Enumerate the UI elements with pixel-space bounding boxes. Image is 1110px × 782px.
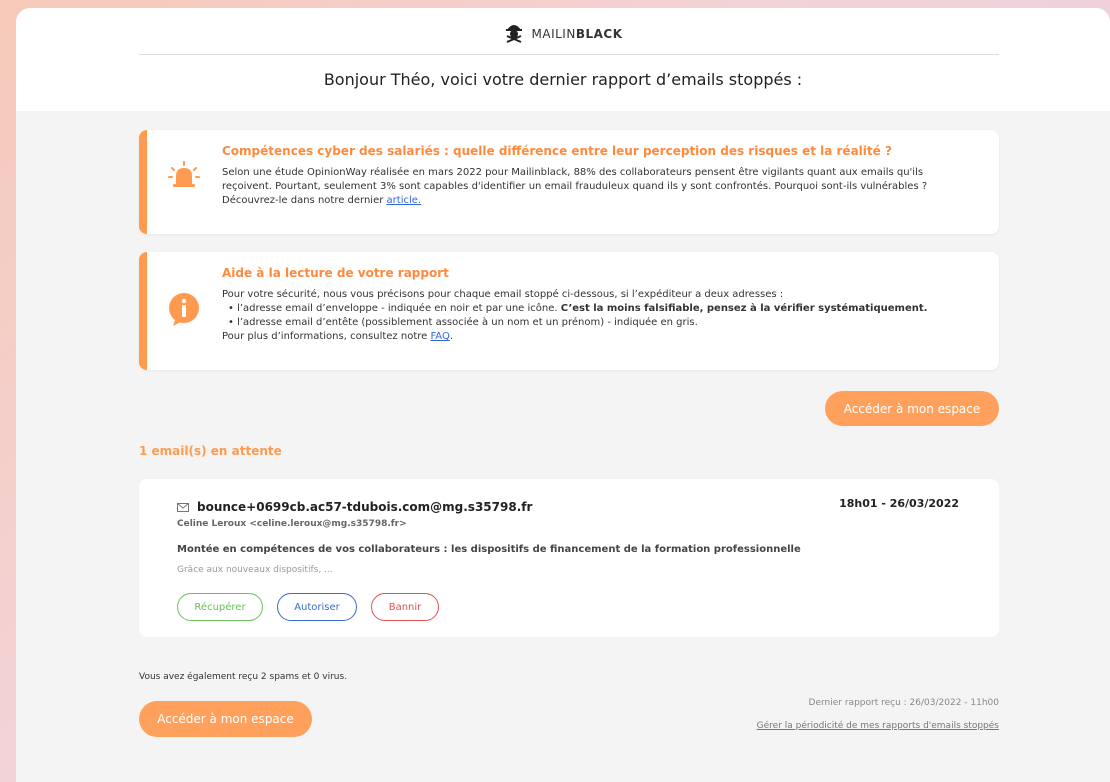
report-help-title: Aide à la lecture de votre rapport [222, 266, 449, 280]
spam-virus-summary: Vous avez également reçu 2 spams et 0 vi… [139, 672, 348, 682]
brand-name: MAILIN [531, 27, 576, 41]
header-sender-address: Celine Leroux <celine.leroux@mg.s35798.f… [177, 519, 407, 529]
report-card: MAILINBLACK Bonjour Théo, voici votre de… [16, 8, 1110, 782]
stopped-email-card: bounce+0699cb.ac57-tdubois.com@mg.s35798… [139, 479, 999, 637]
allow-button[interactable]: Autoriser [277, 593, 357, 621]
pirate-mask-icon [504, 21, 524, 47]
report-header: MAILINBLACK Bonjour Théo, voici votre de… [16, 8, 1110, 111]
header-divider [139, 54, 999, 55]
email-date: 18h01 - 26/03/2022 [839, 497, 959, 510]
ban-button[interactable]: Bannir [371, 593, 439, 621]
cyber-news-text: Selon une étude OpinionWay réalisée en m… [222, 167, 928, 206]
brand-logo: MAILINBLACK [16, 22, 1110, 46]
info-icon [167, 292, 201, 330]
greeting-title: Bonjour Théo, voici votre dernier rappor… [323, 70, 803, 89]
email-actions: Récupérer Autoriser Bannir [177, 593, 439, 621]
last-report-date: Dernier rapport reçu : 26/03/2022 - 11h0… [808, 698, 999, 708]
email-subject: Montée en compétences de vos collaborate… [177, 544, 801, 555]
alarm-bell-icon [167, 160, 201, 198]
report-help-card: Aide à la lecture de votre rapport Pour … [139, 252, 999, 370]
cyber-news-title: Compétences cyber des salariés : quelle … [222, 144, 892, 158]
report-help-text: Pour votre sécurité, nous vous précisons… [222, 289, 928, 342]
manage-frequency-link[interactable]: Gérer la périodicité de mes rapports d'e… [757, 721, 999, 731]
pending-emails-title: 1 email(s) en attente [139, 444, 282, 458]
email-preview: Grâce aux nouveaux dispositifs, ... [177, 565, 333, 575]
article-link[interactable]: article. [387, 195, 422, 206]
access-space-button-top[interactable]: Accéder à mon espace [825, 391, 999, 426]
faq-link[interactable]: FAQ [430, 331, 449, 342]
envelope-icon [177, 497, 189, 516]
envelope-sender-address: bounce+0699cb.ac57-tdubois.com@mg.s35798… [197, 499, 533, 514]
recover-button[interactable]: Récupérer [177, 593, 263, 621]
cyber-news-card: Compétences cyber des salariés : quelle … [139, 130, 999, 234]
brand-name-bold: BLACK [575, 27, 623, 41]
access-space-button-bottom[interactable]: Accéder à mon espace [139, 701, 312, 737]
